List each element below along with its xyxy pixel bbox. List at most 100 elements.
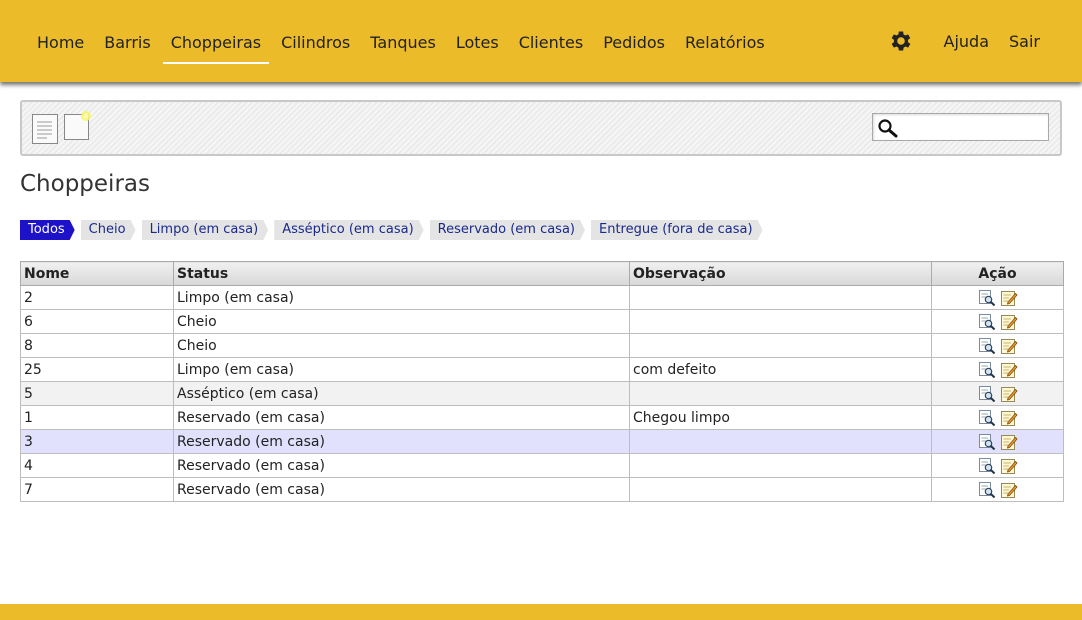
table-row[interactable]: 7 Reservado (em casa) (20, 477, 1064, 502)
filter-todos[interactable]: Todos (20, 220, 75, 240)
cell-nome: 6 (20, 309, 174, 334)
search-box (872, 113, 1049, 141)
cell-acao (931, 333, 1064, 358)
edit-icon[interactable] (1000, 313, 1018, 331)
main-nav: Home Barris Choppeiras Cilindros Tanques… (27, 0, 775, 82)
edit-icon[interactable] (1000, 385, 1018, 403)
cell-acao (931, 357, 1064, 382)
edit-icon[interactable] (1000, 433, 1018, 451)
nav-cilindros[interactable]: Cilindros (271, 23, 360, 63)
view-icon[interactable] (978, 337, 996, 355)
header-status[interactable]: Status (173, 261, 630, 286)
cell-nome: 7 (20, 477, 174, 502)
right-nav: Ajuda Sair (888, 0, 1050, 82)
cell-observacao (629, 285, 932, 310)
nav-choppeiras[interactable]: Choppeiras (161, 23, 271, 64)
cell-acao (931, 309, 1064, 334)
logout-link[interactable]: Sair (1009, 32, 1040, 51)
nav-tanques[interactable]: Tanques (360, 23, 446, 63)
table-header-row: Nome Status Observação Ação (20, 261, 1064, 286)
new-document-icon[interactable] (64, 111, 91, 144)
bottom-bar (0, 604, 1082, 620)
view-icon[interactable] (978, 361, 996, 379)
choppeiras-table-container: Nome Status Observação Ação 2 Limpo (em c… (20, 261, 1064, 502)
nav-relatorios[interactable]: Relatórios (675, 23, 775, 63)
edit-icon[interactable] (1000, 481, 1018, 499)
choppeiras-table: Nome Status Observação Ação 2 Limpo (em c… (20, 261, 1064, 502)
filter-aseptico[interactable]: Asséptico (em casa) (274, 220, 423, 240)
table-row[interactable]: 1 Reservado (em casa) Chegou limpo (20, 405, 1064, 430)
cell-observacao (629, 309, 932, 334)
filter-limpo[interactable]: Limpo (em casa) (142, 220, 269, 240)
nav-barris[interactable]: Barris (94, 23, 160, 63)
table-row[interactable]: 4 Reservado (em casa) (20, 453, 1064, 478)
page-title: Choppeiras (20, 171, 150, 197)
cell-acao (931, 285, 1064, 310)
table-row[interactable]: 25 Limpo (em casa) com defeito (20, 357, 1064, 382)
view-icon[interactable] (978, 481, 996, 499)
cell-acao (931, 453, 1064, 478)
cell-nome: 8 (20, 333, 174, 358)
header-nome[interactable]: Nome (20, 261, 174, 286)
edit-icon[interactable] (1000, 409, 1018, 427)
table-row[interactable]: 3 Reservado (em casa) (20, 429, 1064, 454)
cell-status: Reservado (em casa) (173, 405, 630, 430)
cell-observacao (629, 477, 932, 502)
cell-acao (931, 477, 1064, 502)
cell-observacao: com defeito (629, 357, 932, 382)
cell-acao (931, 381, 1064, 406)
gear-icon[interactable] (888, 28, 914, 54)
cell-status: Reservado (em casa) (173, 477, 630, 502)
edit-icon[interactable] (1000, 361, 1018, 379)
edit-icon[interactable] (1000, 457, 1018, 475)
edit-icon[interactable] (1000, 289, 1018, 307)
table-row[interactable]: 2 Limpo (em casa) (20, 285, 1064, 310)
view-icon[interactable] (978, 433, 996, 451)
cell-observacao (629, 453, 932, 478)
toolbar-panel (20, 100, 1062, 156)
cell-nome: 25 (20, 357, 174, 382)
header-observacao[interactable]: Observação (629, 261, 932, 286)
cell-observacao: Chegou limpo (629, 405, 932, 430)
cell-nome: 2 (20, 285, 174, 310)
header-acao: Ação (931, 261, 1064, 286)
top-navigation-bar: Home Barris Choppeiras Cilindros Tanques… (0, 0, 1082, 82)
filter-entregue[interactable]: Entregue (fora de casa) (591, 220, 763, 240)
nav-clientes[interactable]: Clientes (509, 23, 594, 63)
view-icon[interactable] (978, 457, 996, 475)
status-filter-tabs: Todos Cheio Limpo (em casa) Asséptico (e… (20, 220, 769, 240)
cell-observacao (629, 333, 932, 358)
table-row[interactable]: 5 Asséptico (em casa) (20, 381, 1064, 406)
cell-nome: 5 (20, 381, 174, 406)
table-row[interactable]: 6 Cheio (20, 309, 1064, 334)
table-body: 2 Limpo (em casa) 6 Cheio 8 Cheio 25 Limpo (em … (20, 285, 1064, 502)
view-icon[interactable] (978, 289, 996, 307)
search-icon[interactable] (877, 118, 899, 138)
cell-observacao (629, 381, 932, 406)
cell-status: Limpo (em casa) (173, 285, 630, 310)
cell-status: Cheio (173, 309, 630, 334)
view-icon[interactable] (978, 409, 996, 427)
view-icon[interactable] (978, 313, 996, 331)
filter-reservado[interactable]: Reservado (em casa) (430, 220, 585, 240)
cell-status: Reservado (em casa) (173, 429, 630, 454)
cell-status: Limpo (em casa) (173, 357, 630, 382)
nav-pedidos[interactable]: Pedidos (593, 23, 675, 63)
nav-lotes[interactable]: Lotes (446, 23, 509, 63)
table-row[interactable]: 8 Cheio (20, 333, 1064, 358)
cell-nome: 1 (20, 405, 174, 430)
cell-acao (931, 405, 1064, 430)
cell-nome: 3 (20, 429, 174, 454)
search-input[interactable] (901, 116, 1045, 138)
cell-status: Cheio (173, 333, 630, 358)
cell-status: Reservado (em casa) (173, 453, 630, 478)
cell-status: Asséptico (em casa) (173, 381, 630, 406)
edit-icon[interactable] (1000, 337, 1018, 355)
help-link[interactable]: Ajuda (944, 32, 990, 51)
nav-home[interactable]: Home (27, 23, 94, 63)
filter-cheio[interactable]: Cheio (81, 220, 136, 240)
cell-acao (931, 429, 1064, 454)
cell-observacao (629, 429, 932, 454)
document-list-icon[interactable] (32, 114, 58, 144)
view-icon[interactable] (978, 385, 996, 403)
